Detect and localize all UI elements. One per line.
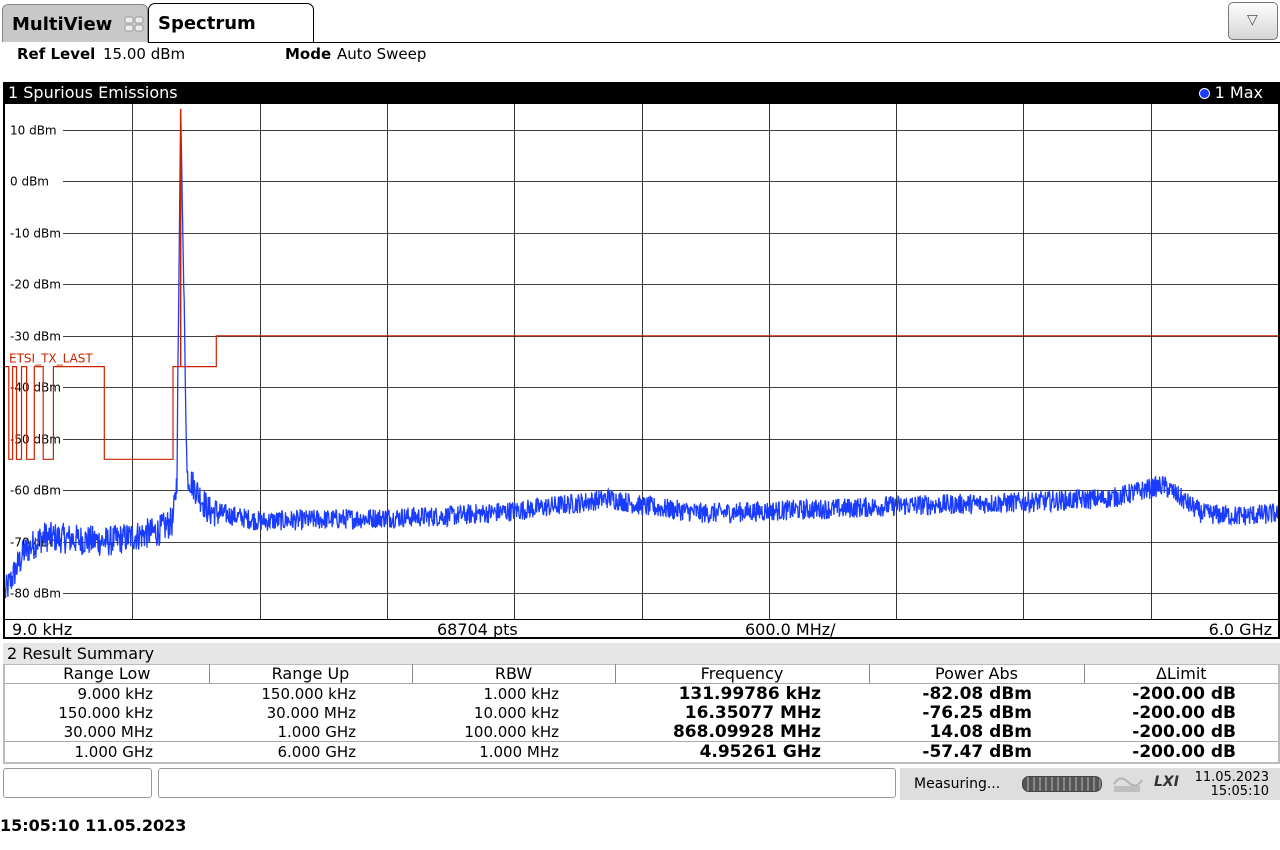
result-summary-title-bar: 2 Result Summary	[3, 643, 1280, 665]
start-frequency: 9.0 kHz	[12, 620, 73, 639]
diagram-title: 1 Spurious Emissions	[8, 83, 178, 102]
range-low-cell: 1.000 GHz	[5, 741, 209, 761]
status-message-field[interactable]	[158, 768, 896, 798]
delta-limit-cell: -200.00 dB	[1132, 721, 1236, 742]
status-date: 11.05.2023	[1194, 770, 1269, 785]
diagram-title-bar: 1 Spurious Emissions 1 Max	[3, 82, 1280, 104]
y-tick-label: -80 dBm	[10, 587, 61, 601]
column-header: Frequency	[615, 664, 870, 684]
limit-line	[5, 335, 1278, 460]
ref-level-value[interactable]: 15.00 dBm	[103, 45, 185, 63]
rbw-cell: 1.000 kHz	[483, 684, 559, 703]
spectrum-plot[interactable]: 10 dBm0 dBm-10 dBm-20 dBm-30 dBm-40 dBm-…	[5, 104, 1278, 619]
tab-spectrum[interactable]: Spectrum	[148, 3, 314, 43]
delta-limit-cell: -200.00 dB	[1132, 702, 1236, 723]
column-header: ΔLimit	[1084, 664, 1278, 684]
screenshot-timestamp: 15:05:10 11.05.2023	[0, 816, 187, 835]
stop-frequency: 6.0 GHz	[1208, 620, 1272, 639]
diagram-footer: 9.0 kHz 68704 pts 600.0 MHz/ 6.0 GHz	[5, 619, 1278, 639]
status-field-left[interactable]	[3, 768, 152, 798]
rbw-cell: 100.000 kHz	[464, 722, 559, 741]
column-header: Range Up	[209, 664, 413, 684]
lxi-icon: LXI	[1154, 774, 1179, 790]
y-tick-label: -30 dBm	[10, 330, 61, 344]
column-header: Range Low	[5, 664, 210, 684]
instrument-status-panel: Measuring... LXI 11.05.2023 15:05:10	[900, 768, 1280, 800]
rbw-cell: 1.000 MHz	[412, 741, 615, 761]
mode-label: Mode	[285, 45, 332, 63]
ref-level-label: Ref Level	[17, 45, 96, 63]
result-summary-title: 2 Result Summary	[7, 644, 155, 663]
table-row[interactable]: 150.000 kHz 30.000 MHz 10.000 kHz 16.350…	[5, 703, 1278, 722]
trace-indicator-icon	[1199, 88, 1210, 99]
triangle-down-icon: ▽	[1247, 12, 1258, 28]
range-up-cell: 30.000 MHz	[266, 703, 356, 722]
sweep-progress-bar	[1022, 776, 1102, 792]
mode-value[interactable]: Auto Sweep	[337, 45, 426, 63]
tab-multiview-label: MultiView	[12, 14, 113, 35]
power-abs-cell: -57.47 dBm	[869, 741, 1084, 761]
tab-multiview[interactable]: MultiView	[2, 4, 148, 42]
range-up-cell: 1.000 GHz	[277, 722, 357, 741]
trace-label[interactable]: 1 Max	[1215, 83, 1263, 102]
sweep-points: 68704 pts	[437, 620, 518, 639]
table-row[interactable]: 1.000 GHz 6.000 GHz 1.000 MHz 4.95261 GH…	[5, 741, 1278, 761]
power-abs-cell: 14.08 dBm	[929, 721, 1032, 742]
tab-divider	[148, 42, 1280, 43]
frequency-cell: 16.35077 MHz	[684, 702, 821, 723]
ext-ref-icon	[1113, 777, 1143, 792]
range-low-cell: 30.000 MHz	[63, 722, 153, 741]
rbw-cell: 10.000 kHz	[473, 703, 559, 722]
y-tick-label: 0 dBm	[10, 175, 49, 189]
delta-limit-cell: -200.00 dB	[1084, 741, 1278, 761]
frequency-cell: 4.95261 GHz	[615, 741, 869, 761]
menu-dropdown-button[interactable]: ▽	[1228, 2, 1278, 40]
frequency-cell: 868.09928 MHz	[672, 721, 821, 742]
range-low-cell: 150.000 kHz	[58, 703, 153, 722]
limit-line-label: ETSI_TX_LAST	[9, 352, 93, 366]
column-header: Power Abs	[869, 664, 1085, 684]
table-row[interactable]: 9.000 kHz 150.000 kHz 1.000 kHz 131.9978…	[5, 684, 1278, 704]
tab-spectrum-label: Spectrum	[158, 13, 256, 34]
frequency-cell: 131.99786 kHz	[678, 683, 821, 704]
power-abs-cell: -76.25 dBm	[922, 702, 1032, 723]
power-abs-cell: -82.08 dBm	[922, 683, 1032, 704]
y-tick-label: 10 dBm	[10, 124, 57, 138]
frequency-per-division: 600.0 MHz/	[745, 620, 836, 639]
column-header: RBW	[412, 664, 616, 684]
measuring-status: Measuring...	[914, 776, 1001, 792]
range-up-cell: 6.000 GHz	[209, 741, 412, 761]
range-low-cell: 9.000 kHz	[77, 684, 153, 703]
range-up-cell: 150.000 kHz	[261, 684, 356, 703]
y-tick-label: -10 dBm	[10, 227, 61, 241]
result-summary-table: Range Low Range Up RBW Frequency Power A…	[5, 664, 1278, 761]
y-tick-label: -20 dBm	[10, 278, 61, 292]
status-time: 15:05:10	[1210, 784, 1269, 799]
table-row[interactable]: 30.000 MHz 1.000 GHz 100.000 kHz 868.099…	[5, 722, 1278, 742]
tab-bar: MultiView Spectrum	[0, 0, 1280, 44]
multiview-grid-icon	[124, 16, 144, 32]
table-header-row: Range Low Range Up RBW Frequency Power A…	[5, 664, 1278, 684]
trace-1-max	[5, 114, 1278, 599]
y-tick-label: -60 dBm	[10, 484, 61, 498]
delta-limit-cell: -200.00 dB	[1132, 683, 1236, 704]
